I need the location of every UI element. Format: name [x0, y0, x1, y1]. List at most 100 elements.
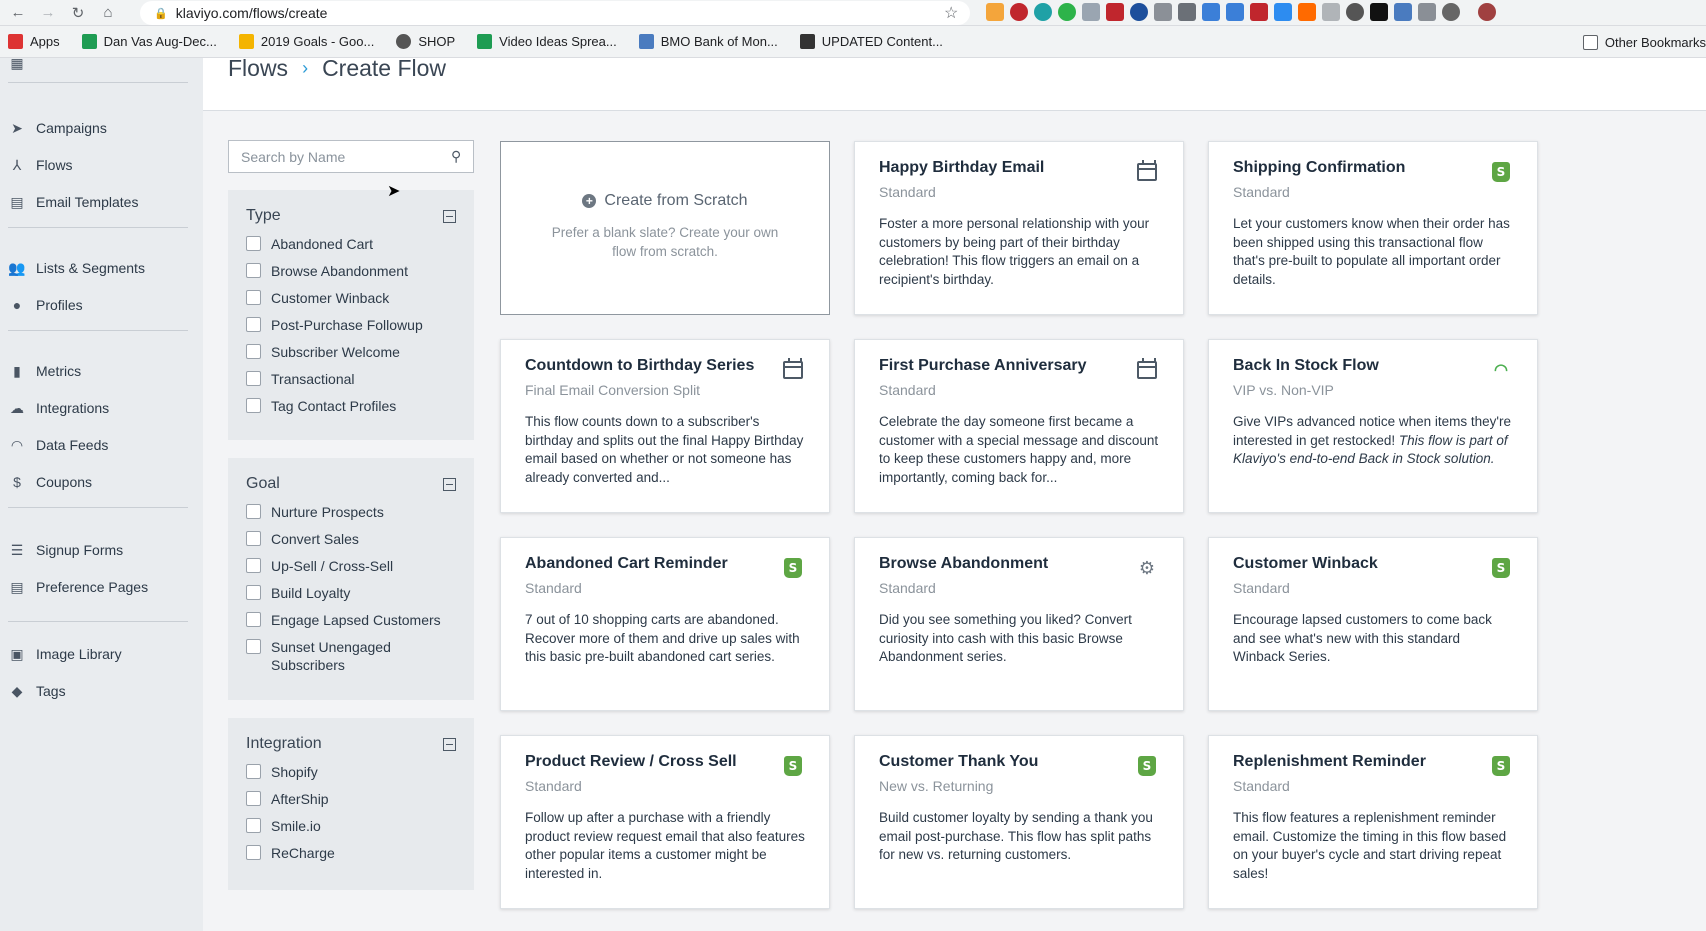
sidebar-item-flows[interactable]: ⅄ Flows	[8, 152, 73, 178]
zoom-icon[interactable]	[1274, 3, 1292, 21]
extension-icon[interactable]	[1154, 3, 1172, 21]
sidebar-item-image-library[interactable]: ▣ Image Library	[8, 641, 121, 667]
checkbox[interactable]	[246, 612, 261, 627]
other-bookmarks[interactable]: Other Bookmarks	[1582, 26, 1706, 58]
extension-icon[interactable]	[1082, 3, 1100, 21]
search-icon[interactable]: ⚲	[451, 148, 461, 165]
bookmark-item[interactable]: 2019 Goals - Goo...	[238, 34, 374, 49]
breadcrumb-flows-link[interactable]: Flows	[228, 55, 288, 82]
profile-avatar-icon[interactable]	[1478, 3, 1496, 21]
collapse-icon[interactable]	[443, 737, 456, 751]
checkbox[interactable]	[246, 639, 261, 654]
bookmark-item[interactable]: Video Ideas Sprea...	[477, 34, 617, 49]
flow-card[interactable]: Product Review / Cross Sell Standard Fol…	[500, 735, 830, 909]
filter-option[interactable]: Build Loyalty	[246, 584, 456, 602]
filter-option[interactable]: Transactional	[246, 370, 456, 388]
extension-icon[interactable]	[1106, 3, 1124, 21]
flow-card[interactable]: Customer Winback Standard Encourage laps…	[1208, 537, 1538, 711]
filter-option[interactable]: Browse Abandonment	[246, 262, 456, 280]
checkbox[interactable]	[246, 263, 261, 278]
play-icon[interactable]	[1370, 3, 1388, 21]
sidebar-item-integrations[interactable]: ☁ Integrations	[8, 395, 109, 421]
sidebar-item-lists-segments[interactable]: 👥 Lists & Segments	[8, 255, 145, 281]
create-from-scratch-card[interactable]: + Create from Scratch Prefer a blank slat…	[500, 141, 830, 315]
sidebar-item-preference-pages[interactable]: ▤ Preference Pages	[8, 574, 148, 600]
evernote-icon[interactable]	[1058, 3, 1076, 21]
flow-card[interactable]: Back In Stock Flow VIP vs. Non-VIP Give …	[1208, 339, 1538, 513]
filter-option[interactable]: Engage Lapsed Customers	[246, 611, 456, 629]
extension-icon[interactable]	[986, 3, 1004, 21]
checkbox[interactable]	[246, 344, 261, 359]
checkbox[interactable]	[246, 398, 261, 413]
bookmark-item[interactable]: BMO Bank of Mon...	[638, 34, 778, 49]
extension-icon[interactable]	[1226, 3, 1244, 21]
extension-icon[interactable]	[1130, 3, 1148, 21]
sidebar-item-metrics[interactable]: ▮ Metrics	[8, 358, 81, 384]
checkbox[interactable]	[246, 585, 261, 600]
search-input[interactable]	[241, 148, 451, 165]
flow-card[interactable]: Happy Birthday Email Standard Foster a m…	[854, 141, 1184, 315]
sidebar-item-campaigns[interactable]: ➤ Campaigns	[8, 115, 107, 141]
filter-option[interactable]: Shopify	[246, 763, 456, 781]
bookmark-apps[interactable]: Apps	[8, 34, 60, 49]
filter-option[interactable]: Subscriber Welcome	[246, 343, 456, 361]
extension-icon[interactable]	[1298, 3, 1316, 21]
bookmark-item[interactable]: UPDATED Content...	[799, 34, 943, 49]
filter-option[interactable]: Sunset Unengaged Subscribers	[246, 638, 456, 674]
extension-icon[interactable]	[1394, 3, 1412, 21]
flow-card[interactable]: Abandoned Cart Reminder Standard 7 out o…	[500, 537, 830, 711]
flow-card[interactable]: Replenishment Reminder Standard This flo…	[1208, 735, 1538, 909]
extension-icon[interactable]	[1202, 3, 1220, 21]
checkbox[interactable]	[246, 764, 261, 779]
extension-icon[interactable]	[1034, 3, 1052, 21]
reload-icon[interactable]: ↻	[66, 1, 90, 25]
checkbox[interactable]	[246, 531, 261, 546]
checkbox[interactable]	[246, 791, 261, 806]
flow-card[interactable]: Browse Abandonment Standard Did you see …	[854, 537, 1184, 711]
flow-card[interactable]: Countdown to Birthday Series Final Email…	[500, 339, 830, 513]
filter-option[interactable]: Abandoned Cart	[246, 235, 456, 253]
extension-icon[interactable]	[1322, 3, 1340, 21]
filter-option[interactable]: Post-Purchase Followup	[246, 316, 456, 334]
flow-card[interactable]: Customer Thank You New vs. Returning Bui…	[854, 735, 1184, 909]
checkbox[interactable]	[246, 558, 261, 573]
sidebar-item-email-templates[interactable]: ▤ Email Templates	[8, 189, 138, 215]
filter-option[interactable]: Smile.io	[246, 817, 456, 835]
sidebar-item-tags[interactable]: ◆ Tags	[8, 678, 66, 704]
forward-icon[interactable]: →	[36, 1, 60, 25]
extension-icon[interactable]	[1418, 3, 1436, 21]
bookmark-item[interactable]: Dan Vas Aug-Dec...	[81, 34, 217, 49]
filter-option[interactable]: Convert Sales	[246, 530, 456, 548]
checkbox[interactable]	[246, 818, 261, 833]
checkbox[interactable]	[246, 504, 261, 519]
checkbox[interactable]	[246, 845, 261, 860]
extension-icon[interactable]	[1442, 3, 1460, 21]
adblock-icon[interactable]	[1010, 3, 1028, 21]
filter-option[interactable]: ReCharge	[246, 844, 456, 862]
extension-icon[interactable]	[1250, 3, 1268, 21]
home-icon[interactable]: ⌂	[96, 1, 120, 25]
checkbox[interactable]	[246, 317, 261, 332]
checkbox[interactable]	[246, 371, 261, 386]
checkbox[interactable]	[246, 236, 261, 251]
flow-card[interactable]: Shipping Confirmation Standard Let your …	[1208, 141, 1538, 315]
extension-icon[interactable]	[1178, 3, 1196, 21]
filter-option[interactable]: Nurture Prospects	[246, 503, 456, 521]
sidebar-item-coupons[interactable]: $ Coupons	[8, 469, 92, 495]
extension-icon[interactable]	[1346, 3, 1364, 21]
flow-card[interactable]: First Purchase Anniversary Standard Cele…	[854, 339, 1184, 513]
collapse-icon[interactable]	[443, 477, 456, 491]
filter-option[interactable]: Customer Winback	[246, 289, 456, 307]
sidebar-item-signup-forms[interactable]: ☰ Signup Forms	[8, 537, 123, 563]
collapse-icon[interactable]	[443, 209, 456, 223]
sidebar-item-profiles[interactable]: ● Profiles	[8, 292, 83, 318]
filter-option[interactable]: AfterShip	[246, 790, 456, 808]
address-bar[interactable]: 🔒 klaviyo.com/flows/create	[140, 1, 970, 25]
filter-option[interactable]: Up-Sell / Cross-Sell	[246, 557, 456, 575]
sidebar-item-dashboard-partial[interactable]: ▦	[8, 50, 36, 76]
filter-option[interactable]: Tag Contact Profiles	[246, 397, 456, 415]
bookmark-star-icon[interactable]: ☆	[944, 3, 958, 23]
sidebar-item-data-feeds[interactable]: ◠ Data Feeds	[8, 432, 108, 458]
back-icon[interactable]: ←	[6, 1, 30, 25]
bookmark-item[interactable]: SHOP	[396, 34, 455, 49]
